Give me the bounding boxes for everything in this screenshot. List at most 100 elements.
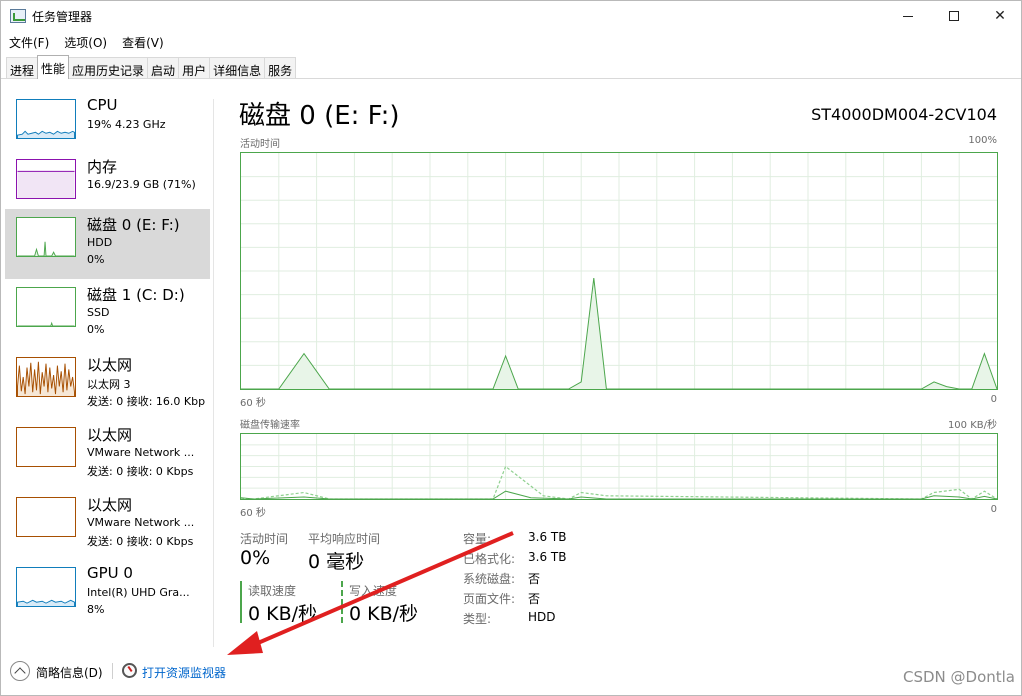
sidebar-item-detail: VMware Network ... — [87, 446, 195, 459]
activity-chart — [240, 152, 998, 390]
sidebar-item-name: 以太网 — [87, 356, 133, 374]
tab-app-history[interactable]: 应用历史记录 — [68, 57, 149, 79]
sidebar-item-disk-0[interactable]: 磁盘 0 (E: F:) HDD 0% — [5, 209, 210, 279]
response-time-value: 0 毫秒 — [308, 551, 365, 573]
activity-chart-label: 活动时间 — [240, 139, 280, 150]
tab-divider — [1, 78, 1021, 79]
activity-chart-x-right: 0 — [990, 394, 997, 405]
activity-chart-svg — [241, 153, 997, 389]
active-time-label: 活动时间 — [240, 532, 289, 546]
sidebar-item-name: 以太网 — [87, 496, 133, 514]
sidebar-item-vmware-1[interactable]: 以太网 VMware Network ... 发送: 0 接收: 0 Kbps — [5, 419, 210, 489]
prop-system-disk-label: 系统磁盘: — [463, 572, 516, 586]
transfer-chart-label: 磁盘传输速率 — [240, 420, 300, 431]
transfer-chart-max: 100 KB/秒 — [947, 420, 997, 431]
sidebar-item-value: 0% — [87, 323, 105, 336]
sidebar-item-name: GPU 0 — [87, 564, 133, 582]
menu-options[interactable]: 选项(O) — [56, 32, 114, 52]
sidebar-item-gpu-0[interactable]: GPU 0 Intel(R) UHD Gra... 8% — [5, 559, 210, 629]
watermark: CSDN @Dontla — [902, 668, 1015, 686]
sidebar-item-value: 发送: 0 接收: 0 Kbps — [87, 535, 194, 548]
sidebar-item-value: 8% — [87, 603, 105, 616]
sidebar-item-detail: HDD — [87, 236, 113, 249]
task-manager-window: 任务管理器 ✕ 文件(F) 选项(O) 查看(V) 进程 性能 应用历史记录 启… — [0, 0, 1022, 696]
activity-chart-x-left: 60 秒 — [240, 398, 266, 409]
prop-formatted-label: 已格式化: — [463, 552, 516, 566]
prop-type-value: HDD — [528, 610, 556, 624]
sidebar-item-detail: SSD — [87, 306, 110, 319]
sidebar-item-name: 以太网 — [87, 426, 133, 444]
tab-performance[interactable]: 性能 — [37, 55, 70, 79]
resource-sidebar: CPU 19% 4.23 GHz 内存 16.9/23.9 GB (71%) 磁… — [5, 91, 214, 631]
sidebar-item-detail: 以太网 3 — [87, 378, 131, 391]
activity-chart-max: 100% — [968, 135, 997, 146]
maximize-icon — [949, 11, 959, 21]
task-manager-icon — [10, 9, 26, 23]
prop-type-label: 类型: — [463, 612, 492, 626]
fewer-details-link[interactable]: 简略信息(D) — [36, 664, 103, 681]
read-speed-value: 0 KB/秒 — [248, 603, 318, 625]
sidebar-item-value: 发送: 0 接收: 16.0 Kbp — [87, 395, 206, 408]
prop-formatted-value: 3.6 TB — [528, 550, 567, 564]
bottom-bar: 简略信息(D) 打开资源监视器 CSDN @Dontla — [1, 657, 1021, 687]
sidebar-item-detail: Intel(R) UHD Gra... — [87, 586, 190, 599]
menu-file[interactable]: 文件(F) — [1, 32, 56, 52]
tab-processes[interactable]: 进程 — [6, 57, 39, 79]
menu-bar: 文件(F) 选项(O) 查看(V) — [1, 32, 171, 52]
memory-thumbnail — [16, 159, 76, 199]
sidebar-divider — [213, 99, 214, 647]
prop-capacity-value: 3.6 TB — [528, 530, 567, 544]
transfer-chart-x-right: 0 — [990, 504, 997, 515]
minimize-icon — [903, 15, 913, 17]
sidebar-item-ethernet-3[interactable]: 以太网 以太网 3 发送: 0 接收: 16.0 Kbp — [5, 349, 210, 419]
write-speed-value: 0 KB/秒 — [349, 603, 419, 625]
tab-details[interactable]: 详细信息 — [209, 57, 266, 79]
transfer-chart — [240, 433, 998, 500]
sidebar-item-disk-1[interactable]: 磁盘 1 (C: D:) SSD 0% — [5, 279, 210, 349]
sidebar-item-value: 发送: 0 接收: 0 Kbps — [87, 465, 194, 478]
disk-model: ST4000DM004-2CV104 — [811, 105, 997, 124]
sidebar-item-value: 0% — [87, 253, 105, 266]
menu-view[interactable]: 查看(V) — [114, 32, 171, 52]
title-bar: 任务管理器 ✕ — [1, 1, 1021, 31]
resource-monitor-icon — [122, 663, 137, 678]
window-title: 任务管理器 — [32, 10, 93, 24]
disk-0-thumbnail — [16, 217, 76, 257]
sidebar-item-detail: 16.9/23.9 GB (71%) — [87, 178, 196, 191]
sidebar-item-vmware-2[interactable]: 以太网 VMware Network ... 发送: 0 接收: 0 Kbps — [5, 489, 210, 559]
tab-users[interactable]: 用户 — [178, 57, 211, 79]
page-title: 磁盘 0 (E: F:) — [239, 101, 400, 131]
sidebar-item-name: 内存 — [87, 158, 118, 176]
read-speed-indicator — [240, 581, 242, 623]
response-time-label: 平均响应时间 — [308, 532, 381, 546]
sidebar-item-detail: 19% 4.23 GHz — [87, 118, 166, 131]
chart-grid — [241, 153, 997, 389]
cpu-thumbnail — [16, 99, 76, 139]
write-speed-indicator — [341, 581, 343, 623]
bottom-divider — [112, 663, 113, 679]
active-time-value: 0% — [240, 547, 271, 569]
vmware-1-thumbnail — [16, 427, 76, 467]
sidebar-item-detail: VMware Network ... — [87, 516, 195, 529]
disk-1-thumbnail — [16, 287, 76, 327]
open-resource-monitor-link[interactable]: 打开资源监视器 — [142, 664, 226, 681]
prop-capacity-label: 容量: — [463, 532, 492, 546]
gpu-0-thumbnail — [16, 567, 76, 607]
maximize-button[interactable] — [931, 1, 977, 31]
prop-page-file-value: 否 — [528, 592, 541, 606]
close-icon: ✕ — [994, 8, 1006, 24]
chevron-up-icon[interactable] — [10, 661, 30, 681]
prop-page-file-label: 页面文件: — [463, 592, 516, 606]
vmware-2-thumbnail — [16, 497, 76, 537]
tab-startup[interactable]: 启动 — [147, 57, 180, 79]
transfer-chart-svg — [241, 434, 997, 499]
tab-services[interactable]: 服务 — [264, 57, 297, 79]
read-speed-label: 读取速度 — [248, 584, 297, 598]
write-speed-label: 写入速度 — [349, 584, 398, 598]
sidebar-item-name: 磁盘 1 (C: D:) — [87, 286, 185, 304]
ethernet-3-thumbnail — [16, 357, 76, 397]
sidebar-item-name: 磁盘 0 (E: F:) — [87, 216, 180, 234]
tab-strip: 进程 性能 应用历史记录 启动 用户 详细信息 服务 — [6, 55, 297, 79]
close-button[interactable]: ✕ — [977, 1, 1022, 31]
minimize-button[interactable] — [885, 1, 931, 31]
